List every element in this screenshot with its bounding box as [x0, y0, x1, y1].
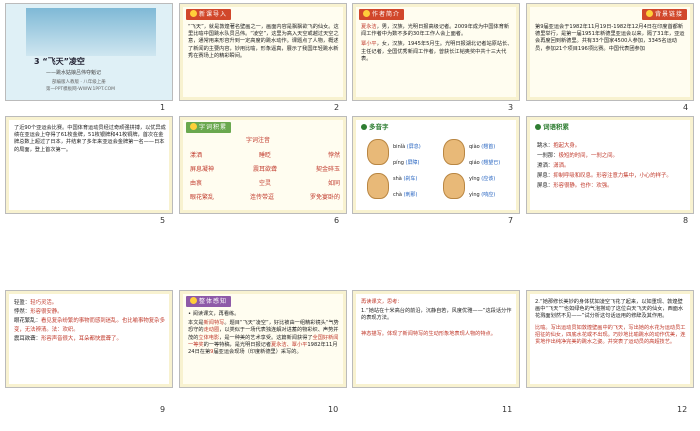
- list-item: 一刹那：极短的时间，一刹之间。: [537, 153, 618, 159]
- slide-text: 再读课文，思考： 1.“她站在十米高台的前沿，沉静自若，风度优雅——”这段话分作…: [361, 299, 512, 337]
- slide-number-5: 5: [160, 216, 166, 225]
- slide-thumbnail-10[interactable]: 整体感知 • 阅读课文，再看练。 本文是新闻特写。题目“飞天”凌空”，好比被由一…: [179, 290, 347, 388]
- list-item: 眼花繁乱：看见复杂纷繁的事物而感到迷乱。也比喻事物复杂多变，无法辨清。法：欢织。: [14, 318, 165, 333]
- slide-header: 多音字: [361, 123, 389, 131]
- bullet-icon: [535, 124, 541, 130]
- list-item: 跳水：抱起大身。: [537, 143, 581, 149]
- slide-thumbnail-11[interactable]: 再读课文，思考： 1.“她站在十米高台的前沿，沉静自若，风度优雅——”这段话分作…: [352, 290, 520, 388]
- slide-number-6: 6: [334, 216, 340, 225]
- section-tag: 作者简介: [359, 9, 405, 20]
- slide-thumbnail-7[interactable]: 多音字 binǐà (屏息) píng (屏障) shà (刹车) chà (刺…: [352, 116, 520, 214]
- slide-number-11: 11: [502, 405, 513, 414]
- star-icon: [190, 123, 197, 130]
- slide-text: 夏永洁，男，汉族，光明日报高级记者。2009年成为中国体育新闻工作者中为数不多的…: [361, 24, 513, 62]
- diver-photo: [26, 8, 156, 56]
- star-icon: [363, 10, 370, 17]
- slide-subtitle: ——跳水姑娘吕伟夺魁记: [46, 70, 102, 76]
- monkey-icon: [443, 173, 465, 199]
- word-row: 由衷 空灵 如同: [190, 180, 340, 187]
- slide-thumbnail-4[interactable]: 背景链接 第9届亚运会于1982年11月19日-1982年12月4日在印度首都新…: [526, 3, 694, 101]
- site-label: 第一PPT模板网-WWW.1PPT.COM: [46, 87, 116, 92]
- slide-number-3: 3: [508, 103, 514, 112]
- section-tag: 字词积累: [186, 122, 232, 133]
- list-item: 屏息：抑制呼吸和叹息。形容注意力集中，小心的样子。: [537, 173, 672, 179]
- slide-text: • 阅读课文，再看练。 本文是新闻特写。题目“飞天”凌空”，好比被由一组精彩镜头…: [188, 311, 339, 356]
- section-tag: 整体感知: [186, 296, 232, 307]
- bullet-icon: [361, 124, 367, 130]
- slide-text: 第9届亚运会于1982年11月19日-1982年12月4日在印度首都新德里举行，…: [535, 24, 685, 52]
- slide-number-9: 9: [160, 405, 166, 414]
- monkey-icon: [443, 139, 465, 165]
- list-item: 轻盈：轻巧灵活。: [14, 300, 58, 306]
- section-tag: 新课导入: [186, 9, 232, 20]
- slide-number-2: 2: [334, 103, 340, 112]
- slide-thumbnail-6[interactable]: 字词积累 字词注音 漾洒 睡眨 悖然 屏息凝神 震耳欲聋 契金碎玉 由衷 空灵 如同 眼花繁…: [179, 116, 347, 214]
- slide-number-4: 4: [683, 103, 689, 112]
- slide-text: 2.“她那修长美妙的身体犹如凌空飞花了起来，以如重现、敦煌壁画中“飞天””也如绿…: [535, 299, 686, 346]
- slide-sorter-grid: 3 “飞天”凌空 ——跳水姑娘吕伟夺魁记 部编版人教版 · 八年级上册 第一PP…: [0, 0, 700, 431]
- term-list: 跳水：抱起大身。 一刹那：极短的时间，一刹之间。 潫洒：潇洒。 屏息：抑制呼吸和…: [537, 141, 687, 191]
- monkey-icon: [367, 139, 389, 165]
- word-row: 漾洒 睡眨 悖然: [190, 152, 340, 159]
- slide-text: “飞天”，就是敦煌著名壁画之一，画面内容是飘飘欲飞的仙女。这里比喻中国跳水队员吕…: [188, 24, 339, 59]
- list-item: 悖然：形容很安静。: [14, 309, 63, 315]
- slide-thumbnail-3[interactable]: 作者简介 夏永洁，男，汉族，光明日报高级记者。2009年成为中国体育新闻工作者中…: [352, 3, 520, 101]
- section-tag: 背景链接: [641, 9, 687, 20]
- slide-thumbnail-8[interactable]: 词语积累 跳水：抱起大身。 一刹那：极短的时间，一刹之间。 潫洒：潇洒。 屏息：…: [526, 116, 694, 214]
- list-item: 屏息：形容很静。也作：欢强。: [537, 183, 613, 189]
- slide-thumbnail-12[interactable]: 2.“她那修长美妙的身体犹如凌空飞花了起来，以如重现、敦煌壁画中“飞天””也如绿…: [526, 290, 694, 388]
- star-icon: [645, 10, 653, 17]
- slide-thumbnail-9[interactable]: 轻盈：轻巧灵活。 悖然：形容很安静。 眼花繁乱：看见复杂纷繁的事物而感到迷乱。也…: [5, 290, 173, 388]
- slide-number-12: 12: [677, 405, 688, 414]
- star-icon: [190, 10, 197, 17]
- slide-text: 了近90个亚运会比赛。中国体育运动员经过奇顽强拼搏，以优异成绩在亚运会上夺得了6…: [14, 125, 166, 153]
- slide-number-1: 1: [160, 103, 166, 112]
- list-item: 震耳欲聋：形容声音很大，耳朵都快震聋了。: [14, 336, 122, 342]
- word-row: 屏息凝神 震耳欲聋 契金碎玉: [190, 166, 340, 173]
- word-table: 漾洒 睡眨 悖然 屏息凝神 震耳欲聋 契金碎玉 由衷 空灵 如同 眼花繁乱 连传带逗 罗免宴卧的: [190, 149, 340, 205]
- list-item: 潫洒：潇洒。: [537, 163, 570, 169]
- slide-number-8: 8: [683, 216, 689, 225]
- slide-thumbnail-1[interactable]: 3 “飞天”凌空 ——跳水姑娘吕伟夺魁记 部编版人教版 · 八年级上册 第一PP…: [5, 3, 173, 101]
- slide-title: 3 “飞天”凌空: [34, 57, 85, 66]
- slide-number-10: 10: [328, 405, 339, 414]
- term-list: 轻盈：轻巧灵活。 悖然：形容很安静。 眼花繁乱：看见复杂纷繁的事物而感到迷乱。也…: [14, 299, 166, 344]
- polyphone-right: qiào (翘首) qiáo (翘望已) yīng (应该) yìng (响应): [469, 144, 501, 198]
- word-row: 眼花繁乱 连传带逗 罗免宴卧的: [190, 194, 340, 201]
- monkey-icon: [367, 173, 389, 199]
- slide-thumbnail-2[interactable]: 新课导入 “飞天”，就是敦煌著名壁画之一，画面内容是飘飘欲飞的仙女。这里比喻中国…: [179, 3, 347, 101]
- slide-header: 词语积累: [535, 123, 569, 131]
- slide-heading: 字词注音: [246, 137, 271, 144]
- star-icon: [190, 297, 197, 304]
- slide-thumbnail-5[interactable]: 了近90个亚运会比赛。中国体育运动员经过奇顽强拼搏，以优异成绩在亚运会上夺得了6…: [5, 116, 173, 214]
- slide-number-7: 7: [508, 216, 514, 225]
- polyphone-left: binǐà (屏息) píng (屏障) shà (刹车) chà (刺那): [393, 144, 421, 198]
